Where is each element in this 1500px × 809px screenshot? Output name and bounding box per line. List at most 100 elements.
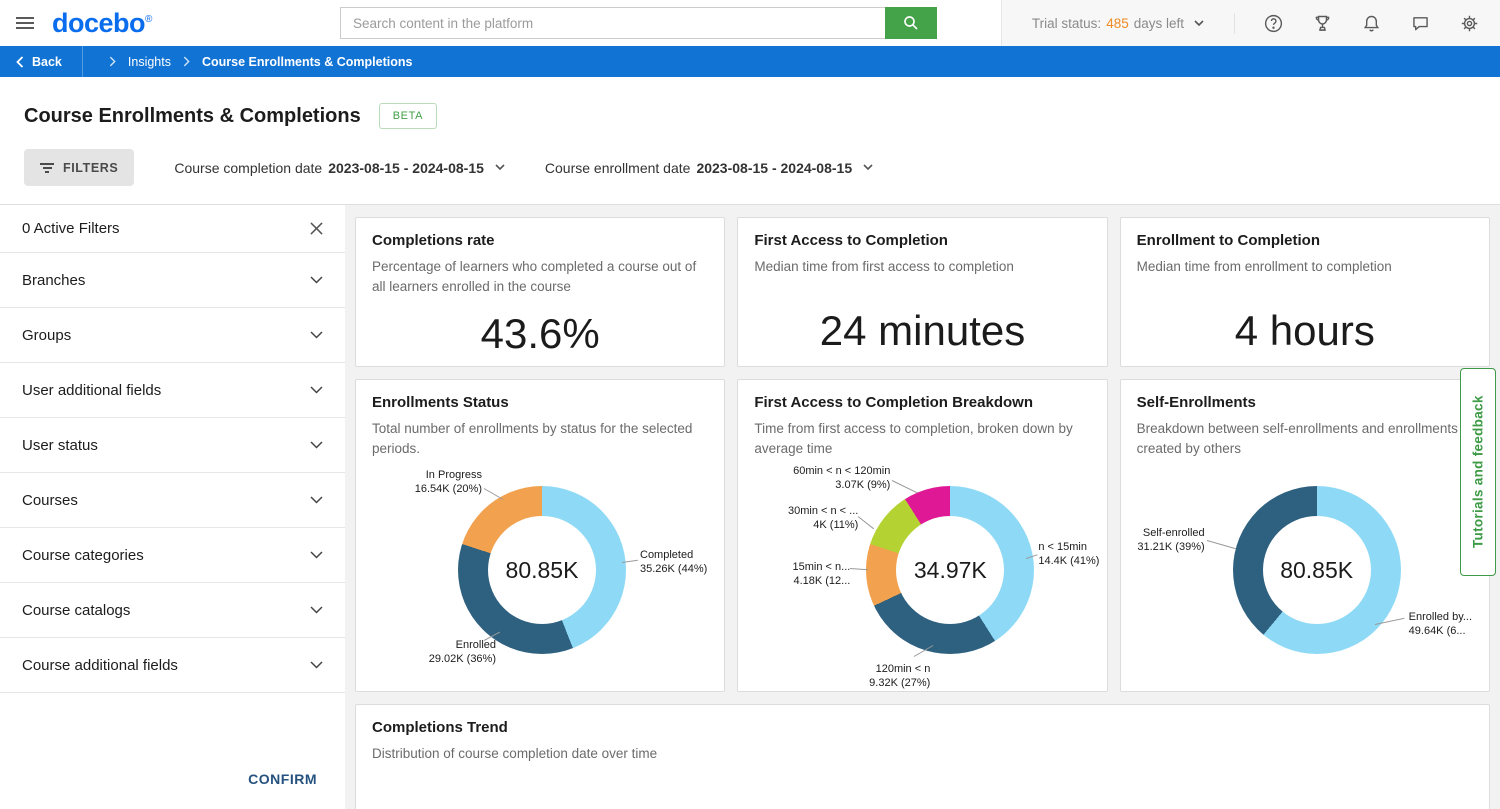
search-icon: [902, 14, 920, 32]
chevron-down-icon: [1194, 20, 1204, 27]
sidebar-item-courses[interactable]: Courses: [0, 473, 345, 528]
chevron-down-icon: [310, 496, 323, 504]
card-title: Self-Enrollments: [1137, 394, 1473, 411]
first-access-breakdown-donut[interactable]: 34.97K: [866, 486, 1034, 654]
leader-line: [858, 516, 874, 529]
enrollments-status-chart: 80.85K In Progress16.54K (20%) Completed…: [372, 464, 708, 692]
card-subtitle: Median time from enrollment to completio…: [1137, 257, 1473, 277]
page-title: Course Enrollments & Completions: [24, 105, 361, 128]
card-title: First Access to Completion: [754, 232, 1090, 249]
sidebar-item-label: User status: [22, 437, 98, 454]
confirm-area: CONFIRM: [0, 751, 345, 809]
enrollment-date-label: Course enrollment date: [545, 160, 691, 176]
confirm-button[interactable]: CONFIRM: [248, 771, 317, 787]
donut-label-120min: 120min < n9.32K (27%): [820, 662, 930, 691]
breadcrumb-insights[interactable]: Insights: [128, 55, 171, 69]
back-button[interactable]: Back: [0, 46, 83, 77]
filters-sidebar: 0 Active Filters Branches Groups User ad…: [0, 205, 345, 809]
sidebar-item-course-catalogs[interactable]: Course catalogs: [0, 583, 345, 638]
menu-icon[interactable]: [16, 14, 34, 32]
card-self-enrollments: Self-Enrollments Breakdown between self-…: [1120, 379, 1490, 692]
completion-date-label: Course completion date: [174, 160, 322, 176]
beta-badge: BETA: [379, 103, 437, 129]
breadcrumb-bar: Back Insights Course Enrollments & Compl…: [0, 46, 1500, 77]
search-button[interactable]: [885, 7, 937, 39]
help-icon[interactable]: [1263, 13, 1284, 34]
chevron-down-icon: [310, 661, 323, 669]
first-access-value: 24 minutes: [754, 307, 1090, 355]
top-bar: docebo® Trial status: 485 days left: [0, 0, 1500, 46]
chevron-right-icon: [109, 56, 116, 67]
card-enrollments-status: Enrollments Status Total number of enrol…: [355, 379, 725, 692]
leader-line: [892, 480, 918, 493]
donut-label-60-120min: 60min < n < 120min3.07K (9%): [758, 464, 890, 493]
sidebar-item-label: Course catalogs: [22, 602, 130, 619]
leader-line: [1207, 540, 1236, 549]
topbar-icons: [1234, 13, 1480, 34]
sidebar-item-label: Course additional fields: [22, 657, 178, 674]
dashboard-main: Completions rate Percentage of learners …: [345, 205, 1500, 809]
trial-suffix: days left: [1134, 16, 1184, 31]
page-header: Course Enrollments & Completions BETA: [0, 77, 1500, 149]
search-bar: [340, 7, 937, 39]
enrollment-completion-value: 4 hours: [1137, 307, 1473, 355]
chevron-down-icon: [310, 276, 323, 284]
enrollment-date-filter[interactable]: Course enrollment date 2023-08-15 - 2024…: [545, 160, 873, 176]
active-filters-label: 0 Active Filters: [22, 220, 120, 237]
chevron-left-icon: [16, 56, 24, 68]
sidebar-item-groups[interactable]: Groups: [0, 308, 345, 363]
breadcrumb: Insights Course Enrollments & Completion…: [83, 55, 413, 69]
card-title: Completions rate: [372, 232, 708, 249]
chevron-down-icon: [310, 441, 323, 449]
donut-label-enrolled-by: Enrolled by...49.64K (6...: [1409, 610, 1485, 639]
donut-center-value: 34.97K: [914, 557, 987, 584]
sidebar-item-course-additional-fields[interactable]: Course additional fields: [0, 638, 345, 693]
filters-button-label: FILTERS: [63, 161, 118, 175]
trial-status[interactable]: Trial status: 485 days left: [1032, 16, 1234, 31]
card-title: Enrollment to Completion: [1137, 232, 1473, 249]
tutorials-feedback-button[interactable]: Tutorials and feedback: [1460, 368, 1496, 576]
filters-button[interactable]: FILTERS: [24, 149, 134, 186]
sidebar-item-user-additional-fields[interactable]: User additional fields: [0, 363, 345, 418]
back-label: Back: [32, 55, 62, 69]
enrollments-status-donut[interactable]: 80.85K: [458, 486, 626, 654]
donut-center-value: 80.85K: [1280, 557, 1353, 584]
chevron-down-icon: [310, 551, 323, 559]
donut-label-self-enrolled: Self-enrolled31.21K (39%): [1137, 526, 1205, 555]
self-enrollments-donut[interactable]: 80.85K: [1233, 486, 1401, 654]
sidebar-item-label: Groups: [22, 327, 71, 344]
completion-date-filter[interactable]: Course completion date 2023-08-15 - 2024…: [174, 160, 505, 176]
trial-label: Trial status:: [1032, 16, 1101, 31]
leader-line: [484, 488, 504, 500]
sidebar-item-user-status[interactable]: User status: [0, 418, 345, 473]
sidebar-item-branches[interactable]: Branches: [0, 253, 345, 308]
enrollment-date-value: 2023-08-15 - 2024-08-15: [696, 160, 852, 176]
sidebar-item-course-categories[interactable]: Course categories: [0, 528, 345, 583]
bell-icon[interactable]: [1361, 13, 1382, 34]
gear-icon[interactable]: [1459, 13, 1480, 34]
donut-label-30min: 30min < n < ...4K (11%): [754, 504, 858, 533]
sidebar-item-label: Courses: [22, 492, 78, 509]
trophy-icon[interactable]: [1312, 13, 1333, 34]
card-subtitle: Percentage of learners who completed a c…: [372, 257, 708, 296]
docebo-logo[interactable]: docebo®: [52, 10, 152, 37]
chevron-down-icon: [310, 606, 323, 614]
completions-rate-value: 43.6%: [372, 310, 708, 358]
donut-label-completed: Completed35.26K (44%): [640, 548, 716, 577]
completion-date-value: 2023-08-15 - 2024-08-15: [328, 160, 484, 176]
logo-text: docebo: [52, 8, 145, 38]
search-input[interactable]: [340, 7, 885, 39]
first-access-breakdown-chart: 34.97K 60min < n < 120min3.07K (9%) 30mi…: [754, 464, 1090, 692]
card-title: First Access to Completion Breakdown: [754, 394, 1090, 411]
self-enrollments-chart: 80.85K Self-enrolled31.21K (39%) Enrolle…: [1137, 464, 1473, 692]
chevron-down-icon: [495, 164, 505, 171]
active-filters-row: 0 Active Filters: [0, 205, 345, 253]
card-subtitle: Distribution of course completion date o…: [372, 744, 1473, 764]
chat-icon[interactable]: [1410, 13, 1431, 34]
leader-line: [850, 568, 868, 570]
close-icon[interactable]: [310, 222, 323, 235]
card-completions-rate: Completions rate Percentage of learners …: [355, 217, 725, 367]
chevron-down-icon: [310, 331, 323, 339]
card-subtitle: Breakdown between self-enrollments and e…: [1137, 419, 1473, 458]
trial-days: 485: [1106, 16, 1129, 31]
